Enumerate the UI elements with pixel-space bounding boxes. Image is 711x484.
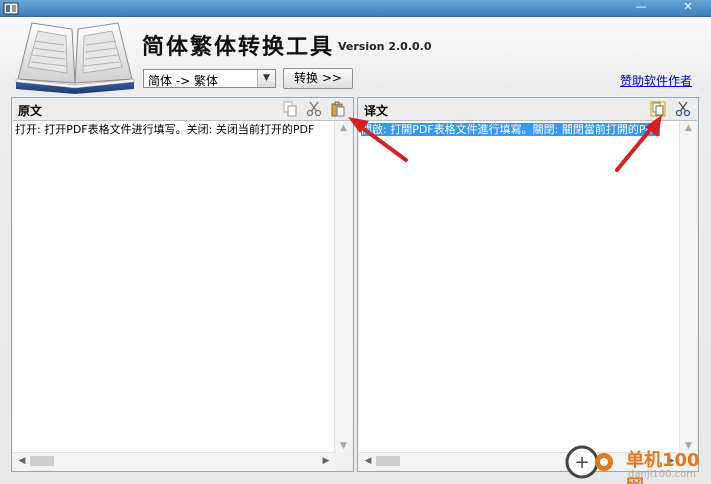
source-text-area[interactable]: 打开: 打开PDF表格文件进行填写。关闭: 关闭当前打开的PDF ▲ ▼ ◀ ▶ xyxy=(13,120,352,470)
conversion-mode-select[interactable]: 简体 -> 繁体 ▼ xyxy=(143,69,276,88)
target-text-selection: 開啟: 打開PDF表格文件進行填寫。關閉: 關閉當前打開的PDF xyxy=(361,123,661,136)
scroll-up-icon[interactable]: ▲ xyxy=(680,121,697,135)
paste-icon[interactable] xyxy=(330,101,346,117)
scroll-left-icon[interactable]: ◀ xyxy=(361,454,375,468)
scroll-corner xyxy=(335,453,352,470)
target-vertical-scrollbar[interactable]: ▲ ▼ xyxy=(679,121,697,453)
copy-icon[interactable] xyxy=(650,101,666,117)
book-logo xyxy=(15,22,135,94)
target-text-area[interactable]: 開啟: 打開PDF表格文件進行填寫。關閉: 關閉當前打開的PDF ▲ ▼ ◀ ▶ xyxy=(359,120,697,470)
target-text: 開啟: 打開PDF表格文件進行填寫。關閉: 關閉當前打開的PDF xyxy=(361,123,661,137)
source-panel-header: 原文 xyxy=(12,98,353,120)
scroll-left-icon[interactable]: ◀ xyxy=(15,454,29,468)
copy-icon[interactable] xyxy=(282,101,298,117)
source-horizontal-scrollbar[interactable]: ◀ ▶ xyxy=(13,452,335,470)
close-button[interactable]: ✕ xyxy=(671,0,705,15)
app-window: — ✕ 简体繁体转换工具 Version 2.0.0.0 简体 -> 繁体 ▼ xyxy=(0,0,711,484)
app-version: Version 2.0.0.0 xyxy=(338,40,432,53)
sponsor-author-link[interactable]: 赞助软件作者 xyxy=(620,72,692,89)
convert-button[interactable]: 转换 >> xyxy=(283,68,353,89)
scroll-right-icon[interactable]: ▶ xyxy=(319,454,333,468)
target-scroll-thumb[interactable] xyxy=(376,456,400,466)
source-scroll-thumb[interactable] xyxy=(30,456,54,466)
cut-icon[interactable] xyxy=(306,101,322,117)
scroll-down-icon[interactable]: ▼ xyxy=(335,439,352,453)
cut-icon[interactable] xyxy=(675,101,691,117)
source-vertical-scrollbar[interactable]: ▲ ▼ xyxy=(334,121,352,453)
source-panel: 原文 打开: 打开PDF表格文件进行填写。关闭: 关闭当前打开的PDF ▲ ▼ … xyxy=(11,97,354,472)
title-bar[interactable]: — ✕ xyxy=(0,0,711,17)
target-panel-header: 译文 xyxy=(358,98,698,120)
source-panel-title: 原文 xyxy=(18,104,43,118)
scroll-up-icon[interactable]: ▲ xyxy=(335,121,352,135)
conversion-mode-value: 简体 -> 繁体 xyxy=(148,74,219,88)
target-panel: 译文 開啟: 打開PDF表格文件進行填寫。關閉: 關閉當前打開的PDF ▲ ▼ … xyxy=(357,97,699,472)
watermark-url: danji100.com xyxy=(628,469,696,480)
chevron-down-icon[interactable]: ▼ xyxy=(257,70,275,87)
source-text: 打开: 打开PDF表格文件进行填写。关闭: 关闭当前打开的PDF xyxy=(15,123,315,136)
app-title: 简体繁体转换工具 xyxy=(142,34,335,60)
svg-text:+: + xyxy=(574,452,589,473)
minimize-button[interactable]: — xyxy=(628,0,654,15)
app-icon xyxy=(3,2,19,15)
target-panel-title: 译文 xyxy=(364,104,389,118)
